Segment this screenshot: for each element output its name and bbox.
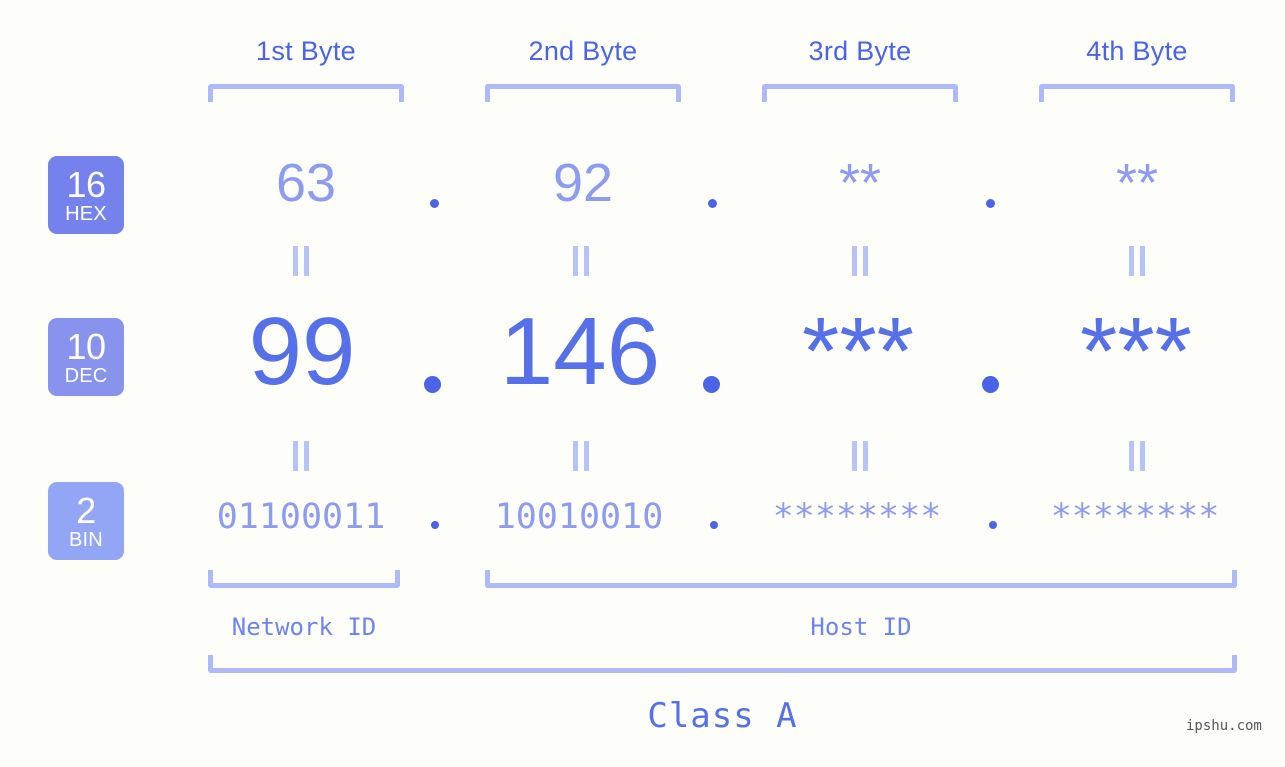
byte-bracket-3	[762, 84, 958, 102]
bin-byte-1: 01100011	[216, 497, 386, 537]
bin-dot-3	[989, 521, 997, 529]
hex-dot-3	[986, 199, 995, 208]
base-badge-hex-number: 16	[66, 163, 106, 205]
bin-byte-2: 10010010	[494, 497, 664, 537]
base-badge-bin-name: BIN	[69, 528, 103, 551]
base-badge-dec-name: DEC	[64, 364, 108, 387]
site-credit: ipshu.com	[1186, 718, 1262, 734]
hex-byte-1: 63	[275, 153, 337, 213]
equals-icon-dec-bin-2	[571, 441, 591, 471]
dec-byte-4: ***	[1079, 298, 1193, 405]
base-badge-hex-name: HEX	[65, 202, 107, 225]
equals-icon-dec-bin-4	[1127, 441, 1147, 471]
byte-header-2: 2nd Byte	[528, 36, 638, 66]
base-badge-dec: 10 DEC	[48, 318, 124, 396]
dec-dot-2	[703, 376, 720, 393]
hex-dot-1	[430, 199, 439, 208]
host-id-bracket	[485, 570, 1237, 588]
dec-byte-2: 146	[499, 298, 661, 405]
hex-byte-3: **	[838, 153, 882, 213]
hex-byte-4: **	[1115, 153, 1159, 213]
hex-byte-2: 92	[552, 153, 614, 213]
equals-icon-hex-dec-3	[850, 246, 870, 276]
byte-header-3: 3rd Byte	[808, 36, 912, 66]
host-id-label: Host ID	[810, 613, 912, 641]
network-id-bracket	[208, 570, 400, 588]
class-label: Class A	[647, 696, 798, 736]
base-badge-hex: 16 HEX	[48, 156, 124, 234]
bin-dot-1	[431, 521, 439, 529]
byte-header-4: 4th Byte	[1086, 36, 1188, 66]
base-badge-bin: 2 BIN	[48, 482, 124, 560]
base-badge-bin-number: 2	[76, 489, 96, 531]
equals-icon-hex-dec-1	[291, 246, 311, 276]
base-badge-dec-number: 10	[66, 325, 106, 367]
dec-dot-3	[982, 376, 999, 393]
bin-byte-3: ********	[772, 497, 942, 537]
byte-bracket-4	[1039, 84, 1235, 102]
bin-byte-4: ********	[1050, 497, 1220, 537]
dec-dot-1	[424, 376, 441, 393]
equals-icon-hex-dec-4	[1127, 246, 1147, 276]
equals-icon-dec-bin-1	[291, 441, 311, 471]
class-bracket	[208, 655, 1237, 673]
equals-icon-dec-bin-3	[850, 441, 870, 471]
ip-address-breakdown-diagram: 1st Byte 2nd Byte 3rd Byte 4th Byte 16 H…	[0, 0, 1285, 767]
dec-byte-1: 99	[248, 298, 356, 405]
equals-icon-hex-dec-2	[571, 246, 591, 276]
bin-dot-2	[710, 521, 718, 529]
hex-dot-2	[708, 199, 717, 208]
byte-bracket-1	[208, 84, 404, 102]
network-id-label: Network ID	[231, 613, 377, 641]
byte-bracket-2	[485, 84, 681, 102]
byte-header-1: 1st Byte	[256, 36, 356, 66]
dec-byte-3: ***	[801, 298, 915, 405]
